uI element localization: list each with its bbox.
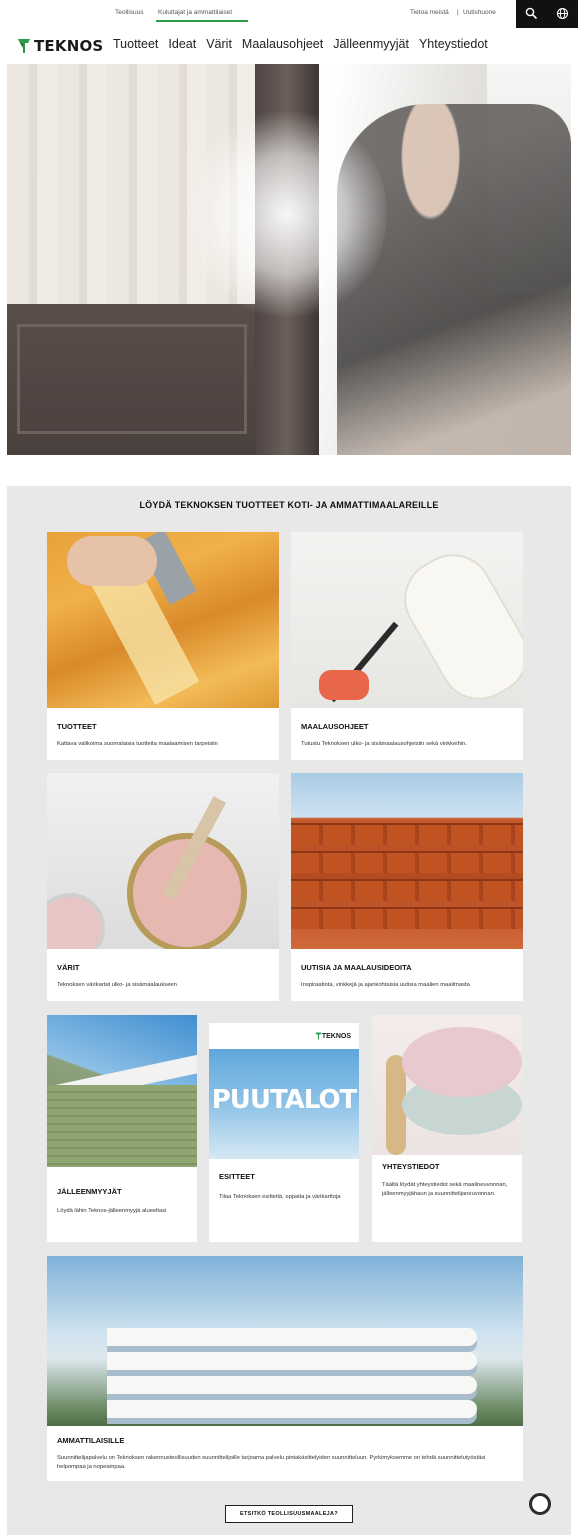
- card-description: Teknoksen värikartat ulko- ja sisämaalau…: [57, 982, 177, 988]
- brochure-title: PUUTALOT: [211, 1085, 358, 1115]
- hero-image: [7, 64, 571, 455]
- topbar-separator: |: [457, 9, 459, 16]
- card-news-ideas[interactable]: UUTISIA JA MAALAUSIDEOITA Inspiraatiota,…: [291, 773, 523, 1001]
- main-navigation: TEKNOS Tuotteet Ideat Värit Maalausohjee…: [0, 28, 578, 64]
- teknos-logo[interactable]: TEKNOS: [17, 37, 103, 55]
- card-title: JÄLLEENMYYJÄT: [57, 1187, 122, 1196]
- products-section: LÖYDÄ TEKNOKSEN TUOTTEET KOTI- JA AMMATT…: [7, 486, 571, 1535]
- teknos-logo-icon: [315, 1032, 322, 1040]
- nav-item-products[interactable]: Tuotteet: [113, 37, 158, 51]
- newsroom-link[interactable]: Uutishuone: [463, 9, 496, 16]
- nav-item-ideas[interactable]: Ideat: [168, 37, 196, 51]
- card-image-paint-can: [47, 773, 279, 949]
- card-image-stools: [372, 1015, 522, 1155]
- section-title: LÖYDÄ TEKNOKSEN TUOTTEET KOTI- JA AMMATT…: [139, 500, 439, 510]
- globe-icon: [556, 7, 569, 20]
- nav-items: Tuotteet Ideat Värit Maalausohjeet Jälle…: [113, 37, 488, 51]
- card-image-building: [47, 1256, 523, 1426]
- brochure-logo: TEKNOS: [315, 1032, 351, 1040]
- card-brochures[interactable]: TEKNOS PUUTALOT ESITTEET Tilaa Teknoksen…: [209, 1023, 359, 1242]
- card-image-roller: [291, 532, 523, 708]
- industrial-paints-button[interactable]: ETSITKÖ TEOLLISUUSMAALEJA?: [225, 1505, 353, 1523]
- nav-item-colors[interactable]: Värit: [206, 37, 232, 51]
- card-title: AMMATTILAISILLE: [57, 1436, 125, 1445]
- card-colors[interactable]: VÄRIT Teknoksen värikartat ulko- ja sisä…: [47, 773, 279, 1001]
- hero-light-glow: [187, 104, 387, 324]
- segment-consumer-link[interactable]: Kuluttajat ja ammattilaiset: [158, 9, 232, 16]
- hero-door-panel: [7, 304, 257, 455]
- card-products[interactable]: TUOTTEET Kattava valikoima suomalaisia t…: [47, 532, 279, 760]
- teknos-logo-icon: [18, 39, 30, 53]
- card-description: Täältä löydät yhteystiedot sekä maalineu…: [382, 1182, 508, 1197]
- card-description: Kattava valikoima suomalaisia tuotteita …: [57, 741, 218, 747]
- segment-industry-link[interactable]: Teollisuus: [115, 9, 144, 16]
- logo-text: TEKNOS: [34, 37, 104, 55]
- nav-item-contacts[interactable]: Yhteystiedot: [419, 37, 488, 51]
- search-icon: [525, 7, 538, 20]
- card-description: Tutustu Teknoksen ulko- ja sisämaalausoh…: [301, 741, 467, 747]
- card-image-brochure: TEKNOS PUUTALOT: [209, 1023, 359, 1159]
- card-title: YHTEYSTIEDOT: [382, 1162, 440, 1171]
- card-title: TUOTTEET: [57, 722, 97, 731]
- card-title: ESITTEET: [219, 1172, 255, 1181]
- chat-icon[interactable]: [529, 1493, 551, 1515]
- card-description: Löydä lähin Teknos-jälleenmyyjä alueelta…: [57, 1208, 167, 1214]
- language-button[interactable]: [547, 0, 578, 28]
- card-contacts[interactable]: YHTEYSTIEDOT Täältä löydät yhteystiedot …: [372, 1015, 522, 1242]
- active-segment-indicator: [156, 20, 248, 22]
- cta-wrap: ETSITKÖ TEOLLISUUSMAALEJA?: [7, 1502, 571, 1523]
- card-painting-guides[interactable]: MAALAUSOHJEET Tutustu Teknoksen ulko- ja…: [291, 532, 523, 760]
- card-professionals[interactable]: AMMATTILAISILLE Suunnittelijapalvelu on …: [47, 1256, 523, 1481]
- card-image-roof: [291, 773, 523, 949]
- card-description: Tilaa Teknoksen esitteitä, oppaita ja vä…: [219, 1194, 341, 1200]
- card-description: Suunnittelijapalvelu on Teknoksen rakenn…: [57, 1455, 486, 1470]
- about-link[interactable]: Tietoa meistä: [410, 9, 449, 16]
- nav-item-retailers[interactable]: Jälleenmyyjät: [333, 37, 409, 51]
- card-image-house: [47, 1015, 197, 1167]
- top-utility-bar: Teollisuus Kuluttajat ja ammattilaiset T…: [0, 0, 578, 28]
- card-retailers[interactable]: JÄLLEENMYYJÄT Löydä lähin Teknos-jälleen…: [47, 1015, 197, 1242]
- card-description: Inspiraatiota, vinkkejä ja ajankohtaisia…: [301, 982, 470, 988]
- card-title: UUTISIA JA MAALAUSIDEOITA: [301, 963, 412, 972]
- card-image-brush: [47, 532, 279, 708]
- card-title: MAALAUSOHJEET: [301, 722, 369, 731]
- nav-item-painting-guides[interactable]: Maalausohjeet: [242, 37, 323, 51]
- brochure-logo-text: TEKNOS: [321, 1032, 351, 1040]
- search-button[interactable]: [516, 0, 547, 28]
- card-title: VÄRIT: [57, 963, 80, 972]
